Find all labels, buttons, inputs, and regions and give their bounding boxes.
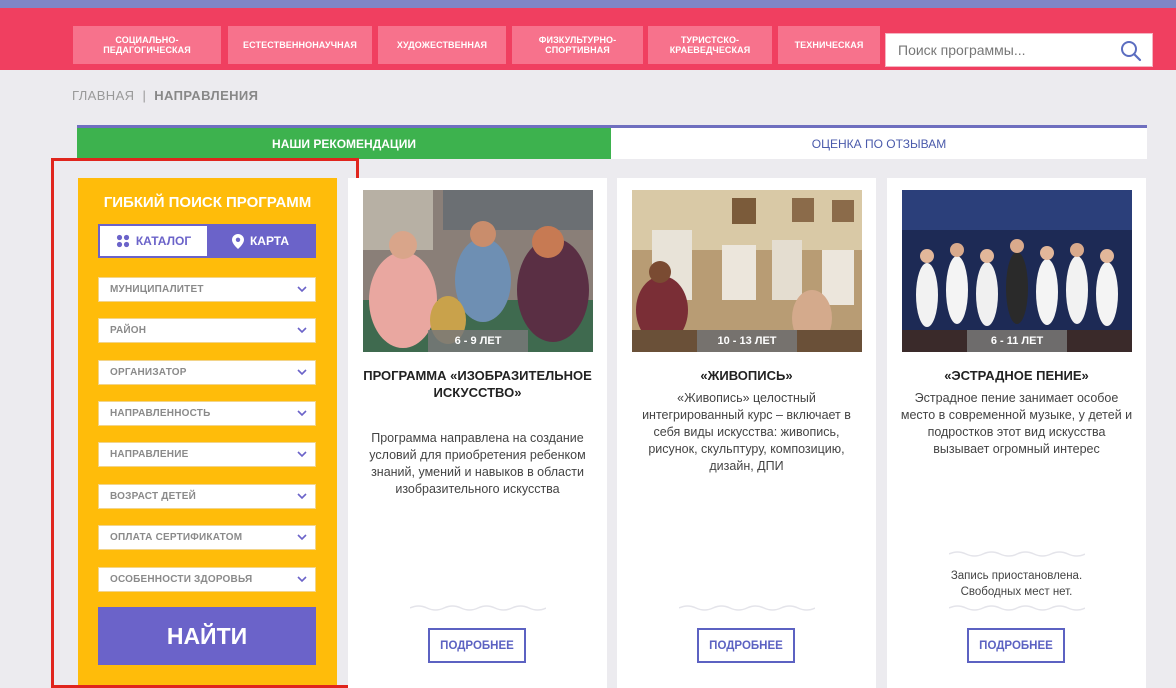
map-pin-icon xyxy=(231,233,244,249)
grid-icon xyxy=(116,234,129,248)
chevron-down-icon xyxy=(297,327,307,334)
find-button[interactable]: НАЙТИ xyxy=(98,607,316,665)
filter-label: НАПРАВЛЕНИЕ xyxy=(110,449,189,460)
filter-district[interactable]: РАЙОН xyxy=(98,318,316,343)
filter-label: МУНИЦИПАЛИТЕТ xyxy=(110,284,204,295)
program-card: 6 - 11 ЛЕТ «ЭСТРАДНОЕ ПЕНИЕ» Эстрадное п… xyxy=(887,178,1146,688)
wave-divider xyxy=(410,605,546,611)
details-button[interactable]: ПОДРОБНЕЕ xyxy=(428,628,526,663)
view-toggle: КАТАЛОГ КАРТА xyxy=(98,224,316,258)
category-tourism[interactable]: Туристско- краеведческая xyxy=(648,26,772,64)
top-accent-line xyxy=(0,0,1176,8)
map-label: КАРТА xyxy=(249,234,290,248)
program-description: Эстрадное пение занимает особое место в … xyxy=(900,391,1133,456)
wave-divider xyxy=(679,605,815,611)
enrollment-status: Запись приостановлена. Свободных мест не… xyxy=(950,570,1083,598)
program-card: 6 - 9 ЛЕТ ПРОГРАММА «ИЗОБРАЗИТЕЛЬНОЕ ИСК… xyxy=(348,178,607,688)
breadcrumb-separator: | xyxy=(142,88,147,103)
filter-label: ОПЛАТА СЕРТИФИКАТОМ xyxy=(110,532,243,543)
wave-divider xyxy=(949,605,1085,611)
age-badge: 10 - 13 ЛЕТ xyxy=(697,330,797,352)
search-box xyxy=(885,33,1153,67)
filter-label: НАПРАВЛЕННОСТЬ xyxy=(110,408,211,419)
filter-direction[interactable]: НАПРАВЛЕНИЕ xyxy=(98,442,316,467)
program-card: 10 - 13 ЛЕТ «ЖИВОПИСЬ» «Живопись» целост… xyxy=(617,178,876,688)
filter-orientation[interactable]: НАПРАВЛЕННОСТЬ xyxy=(98,401,316,426)
filter-child-age[interactable]: ВОЗРАСТ ДЕТЕЙ xyxy=(98,484,316,509)
breadcrumb: ГЛАВНАЯ | НАПРАВЛЕНИЯ xyxy=(72,88,258,103)
search-input[interactable] xyxy=(886,34,1124,66)
chevron-down-icon xyxy=(297,493,307,500)
program-description: Программа направлена на создание условий… xyxy=(369,431,586,496)
breadcrumb-current: НАПРАВЛЕНИЯ xyxy=(154,88,259,103)
chevron-down-icon xyxy=(297,576,307,583)
flexible-search-panel: ГИБКИЙ ПОИСК ПРОГРАММ КАТАЛОГ КАРТА МУНИ… xyxy=(78,178,337,688)
filter-label: ОРГАНИЗАТОР xyxy=(110,367,187,378)
chevron-down-icon xyxy=(297,369,307,376)
details-button[interactable]: ПОДРОБНЕЕ xyxy=(967,628,1065,663)
filter-organizer[interactable]: ОРГАНИЗАТОР xyxy=(98,360,316,385)
filter-label: ВОЗРАСТ ДЕТЕЙ xyxy=(110,491,196,502)
category-sport[interactable]: Физкультурно- спортивная xyxy=(512,26,643,64)
program-photo[interactable]: 6 - 9 ЛЕТ xyxy=(363,190,593,352)
filter-municipality[interactable]: МУНИЦИПАЛИТЕТ xyxy=(98,277,316,302)
category-navbar: Социально- педагогическая Естественнонау… xyxy=(0,8,1176,70)
chevron-down-icon xyxy=(297,534,307,541)
program-description: «Живопись» целостный интегрированный кур… xyxy=(642,391,851,473)
chevron-down-icon xyxy=(297,451,307,458)
sort-tabs: НАШИ РЕКОМЕНДАЦИИ ОЦЕНКА ПО ОТЗЫВАМ xyxy=(77,125,1147,162)
chevron-down-icon xyxy=(297,410,307,417)
chevron-down-icon xyxy=(297,286,307,293)
tab-recommendations[interactable]: НАШИ РЕКОМЕНДАЦИИ xyxy=(77,128,611,159)
category-technical[interactable]: Техническая xyxy=(778,26,880,64)
catalog-label: КАТАЛОГ xyxy=(135,234,192,248)
program-title[interactable]: ПРОГРАММА «ИЗОБРАЗИТЕЛЬНОЕ ИСКУССТВО» xyxy=(362,367,593,401)
program-title[interactable]: «ЖИВОПИСЬ» xyxy=(631,367,862,384)
breadcrumb-home[interactable]: ГЛАВНАЯ xyxy=(72,88,134,103)
program-photo[interactable]: 6 - 11 ЛЕТ xyxy=(902,190,1132,352)
tab-reviews[interactable]: ОЦЕНКА ПО ОТЗЫВАМ xyxy=(611,128,1147,159)
panel-title: ГИБКИЙ ПОИСК ПРОГРАММ xyxy=(103,194,312,211)
category-social-pedagogical[interactable]: Социально- педагогическая xyxy=(73,26,221,64)
filter-health-features[interactable]: ОСОБЕННОСТИ ЗДОРОВЬЯ xyxy=(98,567,316,592)
catalog-toggle-button[interactable]: КАТАЛОГ xyxy=(100,226,207,256)
map-toggle-button[interactable]: КАРТА xyxy=(207,226,314,256)
filter-label: РАЙОН xyxy=(110,325,147,336)
category-art[interactable]: Художественная xyxy=(378,26,506,64)
wave-divider xyxy=(949,551,1085,557)
search-icon[interactable] xyxy=(1120,40,1142,62)
filter-certificate-payment[interactable]: ОПЛАТА СЕРТИФИКАТОМ xyxy=(98,525,316,550)
age-badge: 6 - 9 ЛЕТ xyxy=(428,330,528,352)
filter-label: ОСОБЕННОСТИ ЗДОРОВЬЯ xyxy=(110,574,253,585)
details-button[interactable]: ПОДРОБНЕЕ xyxy=(697,628,795,663)
program-title[interactable]: «ЭСТРАДНОЕ ПЕНИЕ» xyxy=(901,367,1132,384)
category-natural-science[interactable]: Естественнонаучная xyxy=(228,26,372,64)
age-badge: 6 - 11 ЛЕТ xyxy=(967,330,1067,352)
program-photo[interactable]: 10 - 13 ЛЕТ xyxy=(632,190,862,352)
